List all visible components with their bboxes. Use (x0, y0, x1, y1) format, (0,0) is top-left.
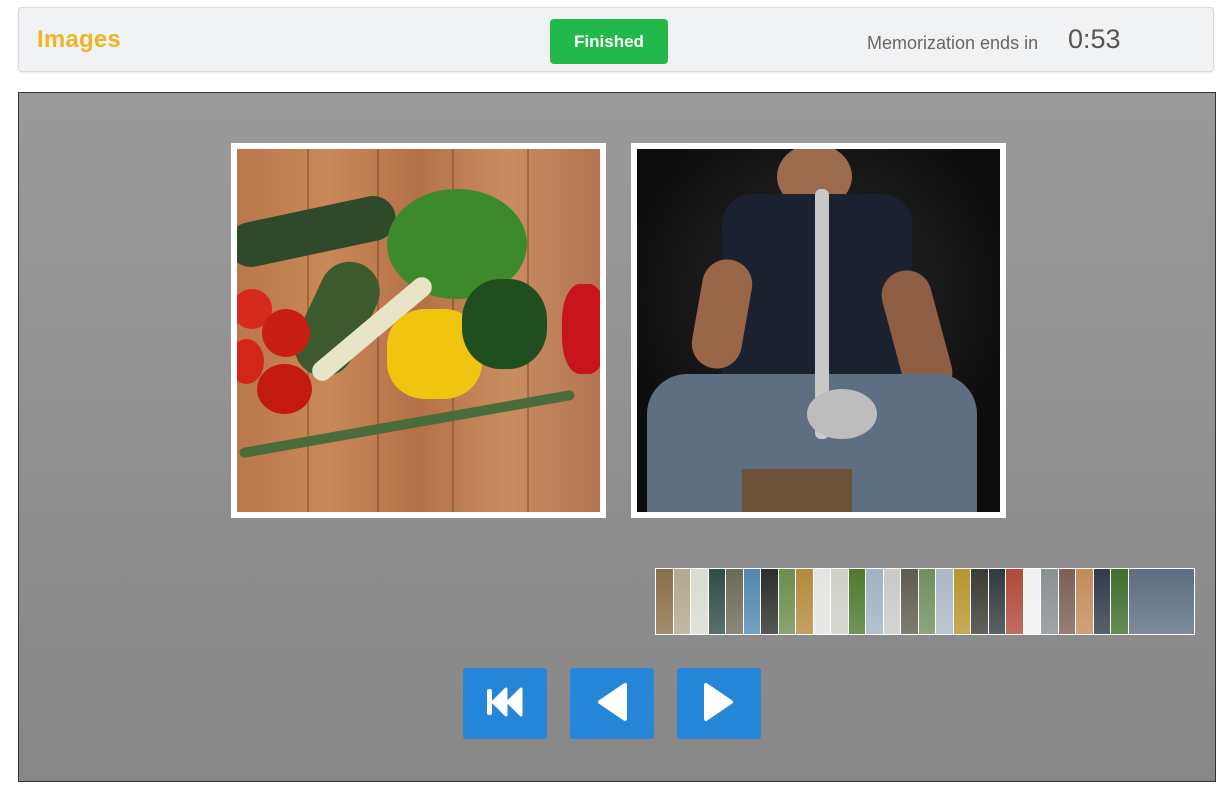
red-pepper-shape (562, 284, 600, 374)
next-icon (701, 681, 737, 726)
header-bar: Images Finished Memorization ends in 0:5… (18, 7, 1214, 72)
filmstrip-thumbnail[interactable] (988, 569, 1006, 634)
saxophone-player-image (637, 149, 1000, 512)
filmstrip-thumbnail[interactable] (813, 569, 831, 634)
filmstrip-thumbnail[interactable] (1111, 569, 1129, 634)
filmstrip-thumbnail[interactable] (708, 569, 726, 634)
filmstrip-thumbnail[interactable] (1006, 569, 1024, 634)
filmstrip-thumbnail[interactable] (953, 569, 971, 634)
filmstrip-thumbnail[interactable] (673, 569, 691, 634)
filmstrip-thumbnail[interactable] (691, 569, 709, 634)
stool-shape (742, 469, 852, 512)
page-title: Images (37, 26, 121, 53)
cucumber-shape (237, 191, 400, 272)
filmstrip-thumbnail[interactable] (1093, 569, 1111, 634)
filmstrip-thumbnail[interactable] (1128, 569, 1194, 634)
filmstrip-thumbnail[interactable] (901, 569, 919, 634)
first-image-button[interactable] (463, 668, 547, 739)
image-card-2 (631, 143, 1006, 518)
image-card-1 (231, 143, 606, 518)
green-pepper-shape (462, 279, 547, 369)
next-image-button[interactable] (677, 668, 761, 739)
memorization-stage (18, 92, 1216, 782)
filmstrip-thumbnail[interactable] (866, 569, 884, 634)
filmstrip-thumbnail[interactable] (1058, 569, 1076, 634)
timer-label: Memorization ends in (867, 33, 1039, 53)
filmstrip-thumbnail[interactable] (971, 569, 989, 634)
filmstrip-thumbnail[interactable] (778, 569, 796, 634)
filmstrip-thumbnail[interactable] (918, 569, 936, 634)
filmstrip-thumbnail[interactable] (848, 569, 866, 634)
filmstrip-thumbnail[interactable] (656, 569, 674, 634)
filmstrip-thumbnail[interactable] (1023, 569, 1041, 634)
skip-to-first-icon (485, 686, 525, 721)
filmstrip-thumbnail[interactable] (936, 569, 954, 634)
filmstrip-thumbnail[interactable] (761, 569, 779, 634)
tomato-shape (257, 364, 312, 414)
tomato-shape (262, 309, 310, 357)
finished-button[interactable]: Finished (550, 19, 668, 64)
saxophone-bell (807, 389, 877, 439)
previous-image-button[interactable] (570, 668, 654, 739)
filmstrip-thumbnail[interactable] (883, 569, 901, 634)
filmstrip-thumbnail[interactable] (1041, 569, 1059, 634)
previous-icon (594, 681, 630, 726)
image-filmstrip[interactable] (655, 568, 1195, 635)
filmstrip-thumbnail[interactable] (1076, 569, 1094, 634)
filmstrip-thumbnail[interactable] (796, 569, 814, 634)
filmstrip-thumbnail[interactable] (743, 569, 761, 634)
timer-value: 0:53 (1068, 24, 1121, 54)
filmstrip-thumbnail[interactable] (726, 569, 744, 634)
vegetables-image (237, 149, 600, 512)
filmstrip-thumbnail[interactable] (831, 569, 849, 634)
